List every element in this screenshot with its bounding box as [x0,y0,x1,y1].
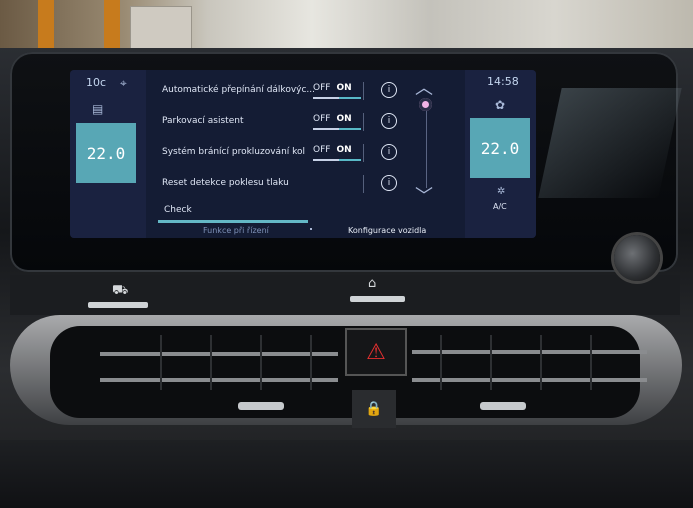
vent-fin [540,335,542,390]
outside-temp-value: 10 [86,76,100,89]
toggle-off-label: OFF [313,114,331,124]
vent-slat [100,352,338,356]
check-item[interactable]: Check [164,205,192,215]
infotainment-display: 10c ⌖ ▤ 22.0 Automatické přepínání dálko… [70,70,536,238]
vent-slat [412,350,647,354]
dashboard-lower [0,440,693,508]
toggle-off-label: OFF [313,145,331,155]
vent-adjuster[interactable] [238,402,284,410]
row-divider [363,113,364,131]
tab-separator [310,228,312,230]
clock: 14:58 [487,75,519,88]
row-label: Systém bránící prokluzování kol [162,147,306,157]
toggle-on-indicator [339,97,361,99]
scroll-track [426,100,427,188]
toggle-on-label: ON [336,114,352,124]
car-button[interactable] [88,302,148,308]
toggle[interactable]: OFF ON [313,114,361,130]
info-icon[interactable]: i [381,144,397,160]
toggle-on-indicator [339,159,361,161]
vent-fin [160,335,162,390]
row-label: Reset detekce poklesu tlaku [162,178,289,188]
volume-knob[interactable] [614,235,660,281]
toggle-bar [313,97,361,99]
vent-fin [440,335,442,390]
right-setpoint-box[interactable]: 22.0 [470,118,530,178]
location-pin-icon: ⌖ [120,76,127,90]
toggle-bar [313,128,361,130]
vent-fin [260,335,262,390]
vent-slat [412,378,647,382]
list-item[interactable]: Reset detekce poklesu tlaku i [158,169,458,200]
right-setpoint-value: 22.0 [480,138,520,158]
left-setpoint-value: 22.0 [86,143,126,163]
chevron-down-icon[interactable]: ﹀ [415,182,433,208]
list-item[interactable]: Parkovací asistent OFF ON i [158,107,458,138]
left-climate-panel: 10c ⌖ ▤ 22.0 [70,70,146,238]
screen-glare [538,88,682,198]
info-icon[interactable]: i [381,82,397,98]
info-icon[interactable]: i [381,113,397,129]
toggle[interactable]: OFF ON [313,83,361,99]
vent-fin [210,335,212,390]
hazard-icon[interactable]: ⚠ [345,328,407,376]
lock-icon[interactable]: 🔒 [352,390,396,428]
right-climate-panel: 14:58 ✿ 22.0 ✲ A/C [465,70,536,238]
vent-adjuster[interactable] [480,402,526,410]
vent-fin [310,335,312,390]
ac-button[interactable]: A/C [493,202,507,211]
outside-temp: 10c [86,76,106,89]
home-icon[interactable]: ⌂ [368,276,376,291]
toggle-off-label: OFF [313,83,331,93]
row-divider [363,144,364,162]
fan-settings-icon[interactable]: ✿ [495,98,505,112]
row-divider [363,82,364,100]
row-label: Parkovací asistent [162,116,244,126]
tab-vehicle-configuration[interactable]: Konfigurace vozidla [348,226,426,235]
row-label: Automatické přepínání dálkovýc... [162,85,316,95]
seat-heat-icon[interactable]: ▤ [92,102,103,116]
toggle-bar [313,159,361,161]
fan-icon[interactable]: ✲ [497,186,505,197]
left-setpoint-box[interactable]: 22.0 [76,123,136,183]
home-button[interactable] [350,296,405,302]
toggle-on-label: ON [336,83,352,93]
toggle-on-label: ON [336,145,352,155]
button-strip [10,275,680,315]
scroll-thumb[interactable] [419,98,432,111]
row-divider [363,175,364,193]
toggle-on-indicator [339,128,361,130]
vent-fin [590,335,592,390]
vent-fin [490,335,492,390]
info-icon[interactable]: i [381,175,397,191]
settings-list: Automatické přepínání dálkovýc... OFF ON … [158,76,458,200]
vent-slat [100,378,338,382]
tab-driving-functions[interactable]: Funkce při řízení [203,226,269,235]
chevron-up-icon[interactable]: ︿ [415,74,433,100]
list-item[interactable]: Systém bránící prokluzování kol OFF ON i [158,138,458,169]
outside-temp-unit: c [100,76,107,89]
car-icon[interactable]: ⛟ [112,283,128,300]
tab-bar: Funkce při řízení Konfigurace vozidla [158,220,458,238]
toggle[interactable]: OFF ON [313,145,361,161]
list-item[interactable]: Automatické přepínání dálkovýc... OFF ON … [158,76,458,107]
tab-indicator [158,220,308,223]
background-sign [130,6,192,50]
